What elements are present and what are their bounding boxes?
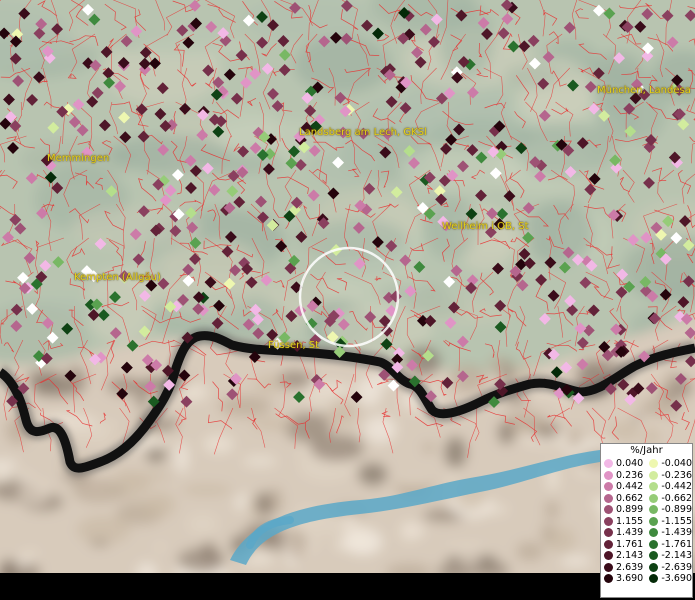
legend-value: -1.761 — [661, 538, 692, 550]
legend-entry-positive: 2.143 — [601, 550, 646, 562]
legend-entry-negative: -0.442 — [646, 481, 692, 493]
place-label-memmingen: Memmingen — [47, 153, 110, 164]
legend-entry-positive: 1.439 — [601, 527, 646, 539]
legend-swatch — [649, 562, 659, 572]
legend-title: %/Jahr — [630, 445, 663, 456]
legend-entry-positive: 1.155 — [601, 516, 646, 528]
legend-swatch — [604, 493, 613, 503]
legend-swatch — [649, 505, 659, 515]
legend-row: 1.761 -1.761 — [601, 539, 692, 551]
legend-entry-positive: 0.442 — [601, 481, 646, 493]
legend-entry-negative: -3.690 — [646, 573, 692, 585]
legend-swatch — [604, 505, 613, 515]
legend-entry-negative: -0.899 — [646, 504, 692, 516]
legend-value: -3.690 — [661, 573, 692, 584]
place-label-weilheim: Weilheim i.OB, St — [442, 221, 529, 232]
legend-entry-positive: 2.639 — [601, 562, 646, 574]
legend-row: 2.143 -2.143 — [601, 550, 692, 562]
legend-row: 1.155 -1.155 — [601, 516, 692, 528]
legend-swatch — [649, 539, 659, 549]
legend-swatch — [604, 574, 613, 584]
legend-value: 0.236 — [616, 469, 644, 481]
status-bar — [0, 573, 695, 600]
legend-row: 0.899 -0.899 — [601, 504, 692, 516]
legend-value: -0.899 — [661, 504, 692, 515]
place-label-muenchen: München, Landesa — [597, 85, 691, 96]
legend-value: 2.639 — [616, 561, 644, 573]
legend-value: -0.236 — [661, 469, 692, 481]
legend-entry-negative: -0.662 — [646, 493, 692, 505]
legend-value: 0.040 — [616, 458, 644, 469]
legend-swatch — [604, 528, 613, 538]
legend-value: 1.761 — [616, 538, 644, 550]
legend-swatch — [649, 493, 659, 503]
legend-entry-negative: -1.155 — [646, 516, 692, 528]
legend-swatch — [649, 551, 659, 561]
legend-row: 1.439 -1.439 — [601, 527, 692, 539]
legend-entry-negative: -2.143 — [646, 550, 692, 562]
legend-value: -1.439 — [661, 527, 692, 538]
legend-rows: 0.040 -0.040 0.236 -0.236 0.442 -0.442 0.662 -0… — [601, 458, 692, 585]
legend-value: -0.662 — [661, 492, 692, 504]
legend-entry-negative: -1.761 — [646, 539, 692, 551]
legend-entry-negative: -0.236 — [646, 470, 692, 482]
legend-swatch — [604, 470, 613, 480]
map-canvas[interactable] — [0, 0, 695, 573]
legend-value: -1.155 — [661, 515, 692, 527]
legend-row: 0.662 -0.662 — [601, 493, 692, 505]
legend-value: 0.662 — [616, 492, 644, 504]
legend-value: 3.690 — [616, 573, 644, 584]
legend-entry-negative: -1.439 — [646, 527, 692, 539]
place-label-fuessen: Füssen, St — [268, 340, 320, 351]
legend-entry-positive: 1.761 — [601, 539, 646, 551]
legend-entry-positive: 0.236 — [601, 470, 646, 482]
legend-value: 1.155 — [616, 515, 644, 527]
legend-entry-negative: -0.040 — [646, 458, 692, 470]
legend-entry-positive: 0.662 — [601, 493, 646, 505]
legend-entry-negative: -2.639 — [646, 562, 692, 574]
legend-swatch — [649, 470, 659, 480]
legend-entry-positive: 3.690 — [601, 573, 646, 585]
legend-row: 0.236 -0.236 — [601, 470, 692, 482]
legend-swatch — [604, 539, 613, 549]
legend-swatch — [604, 562, 613, 572]
legend-swatch — [649, 528, 659, 538]
legend-row: 0.442 -0.442 — [601, 481, 692, 493]
legend-swatch — [649, 459, 659, 469]
legend-swatch — [604, 459, 613, 469]
legend-swatch — [604, 516, 613, 526]
legend-entry-positive: 0.040 — [601, 458, 646, 470]
legend-swatch — [649, 482, 659, 492]
legend-row: 2.639 -2.639 — [601, 562, 692, 574]
legend-swatch — [649, 574, 659, 584]
map-legend: %/Jahr 0.040 -0.040 0.236 -0.236 0.442 -0.442… — [600, 443, 693, 598]
legend-entry-positive: 0.899 — [601, 504, 646, 516]
legend-value: 0.899 — [616, 504, 644, 515]
legend-row: 3.690 -3.690 — [601, 573, 692, 585]
place-label-landsberg: Landsberg am Lech, GKSl — [299, 127, 427, 138]
legend-swatch — [649, 516, 659, 526]
legend-swatch — [604, 551, 613, 561]
legend-value: 2.143 — [616, 550, 644, 561]
legend-value: 0.442 — [616, 481, 644, 492]
legend-value: -0.442 — [661, 481, 692, 492]
legend-row: 0.040 -0.040 — [601, 458, 692, 470]
legend-swatch — [604, 482, 613, 492]
place-label-kempten: Kempten (Allgäu) — [74, 272, 161, 283]
map-view[interactable]: München, Landesa Landsberg am Lech, GKSl… — [0, 0, 695, 573]
legend-value: -0.040 — [661, 458, 692, 469]
legend-value: -2.143 — [661, 550, 692, 561]
legend-value: 1.439 — [616, 527, 644, 538]
legend-value: -2.639 — [661, 561, 692, 573]
